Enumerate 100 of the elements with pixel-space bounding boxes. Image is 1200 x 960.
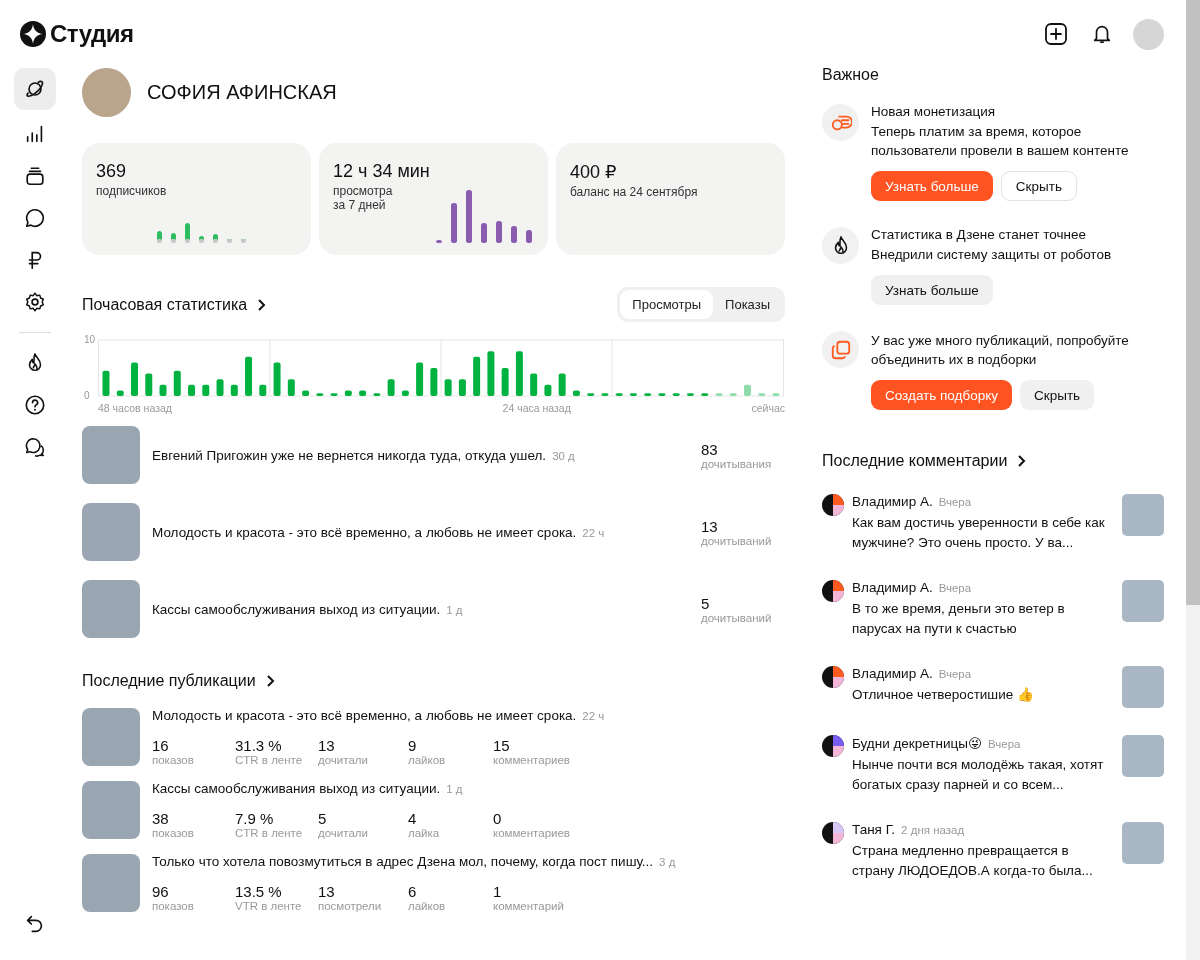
stat-value: 13	[318, 883, 336, 900]
chart-bar	[430, 368, 438, 396]
chat-bubble-icon	[24, 207, 46, 229]
logo-text: Студия	[50, 20, 134, 48]
section-link[interactable]: Последние публикации	[82, 672, 276, 690]
chart-bar	[758, 393, 766, 396]
comment-time: 2 дня назад	[901, 824, 965, 836]
section-link[interactable]: Последние комментарии	[822, 452, 1028, 470]
notice-button[interactable]: Скрыть	[1000, 171, 1077, 201]
comment-text: Страна медленно превращается в страну ЛЮДОЕДОВ.А когда-то была...	[852, 842, 1094, 880]
comment-author: Владимир А.	[852, 580, 933, 595]
chart-bar	[744, 384, 751, 396]
photo-placeholder	[82, 708, 140, 766]
comment-author: Владимир А.	[852, 666, 933, 681]
chart-bar	[287, 379, 295, 396]
stat-label: показов	[152, 754, 195, 766]
logo-icon	[20, 21, 46, 47]
scrollbar[interactable]	[1186, 0, 1200, 960]
metric-value: 83	[701, 440, 719, 458]
notice-button[interactable]: Узнать больше	[871, 275, 993, 305]
copies-icon	[829, 338, 852, 361]
notice-text: У вас уже много публикаций, попробуйте объединить их в подборки	[871, 332, 1130, 369]
photo-placeholder	[1122, 822, 1164, 864]
chart-bar	[772, 393, 780, 396]
photo-placeholder	[82, 580, 140, 638]
stat-label: комментариев	[493, 827, 570, 839]
chart-bar	[501, 368, 509, 396]
notice-title: Статистика в Дзене станет точнее	[871, 227, 1087, 242]
chart-bar	[116, 390, 124, 396]
photo-placeholder	[1122, 666, 1164, 708]
chart-bar	[487, 351, 495, 396]
chart-bar	[729, 393, 737, 396]
chart-bar	[330, 393, 338, 396]
chart-bar	[615, 393, 623, 396]
photo-placeholder	[82, 67, 131, 117]
chart-bar	[401, 390, 409, 396]
chart-bar	[359, 390, 367, 396]
chart-bar	[230, 384, 238, 396]
chart-bar	[216, 379, 224, 396]
chart-bar	[444, 379, 452, 396]
axis-label: 24 часа назад	[502, 402, 571, 414]
post-title[interactable]: Кассы самообслуживания выход из ситуации. 1 д	[152, 601, 689, 617]
notice-title: Новая монетизация	[871, 104, 997, 119]
chart-bar	[102, 370, 110, 396]
post-title[interactable]: Молодость и красота - это всё временно, а любовь не имеет срока. 22 ч	[152, 708, 605, 734]
stat-label: просмотра	[333, 184, 394, 198]
chart-bar	[173, 370, 181, 396]
stat-value: 31.3 %	[235, 737, 283, 754]
axis-label: сейчас	[751, 402, 785, 414]
chart-bar	[601, 393, 609, 396]
chart-bar	[658, 393, 666, 396]
avatar-icon	[822, 822, 844, 844]
comment-time: Вчера	[938, 582, 972, 594]
comment-text: Отличное четверостишие 👍	[852, 686, 1035, 704]
notice-button[interactable]: Скрыть	[1020, 380, 1095, 410]
tab[interactable]: Просмотры	[620, 290, 714, 319]
comment-author: Будни декретницы😜	[852, 735, 983, 751]
avatar-icon	[822, 666, 844, 688]
chart-bar	[544, 384, 552, 396]
metric-value: 5	[701, 594, 711, 612]
stat-value: 13.5 %	[235, 883, 283, 900]
post-title[interactable]: Молодость и красота - это всё временно, а любовь не имеет срока. 22 ч	[152, 524, 689, 540]
chart-bar	[259, 384, 267, 396]
chart-bar	[458, 379, 466, 396]
stat-value: 38	[152, 810, 170, 827]
comment-author: Таня Г.	[852, 822, 896, 837]
bell-icon	[1091, 23, 1113, 45]
stat-label: лайков	[408, 900, 447, 912]
chats-icon	[24, 436, 46, 458]
stat-value: 4	[408, 810, 418, 827]
tab[interactable]: Показы	[713, 290, 782, 319]
metric-value: 13	[701, 517, 719, 535]
chart-bar	[373, 393, 381, 396]
photo-placeholder	[1122, 580, 1164, 622]
chart-bar	[159, 384, 167, 396]
planet-icon	[24, 78, 46, 100]
stat-sublabel: за 7 дней	[333, 198, 387, 212]
nav-item[interactable]	[14, 68, 56, 110]
notice-text: Теперь платим за время, которое пользователи провели в вашем контенте	[871, 123, 1130, 160]
chart-bar	[686, 393, 694, 396]
post-title[interactable]: Кассы самообслуживания выход из ситуации. 1 д	[152, 781, 570, 807]
chart-bar	[558, 373, 566, 396]
chart-bar	[629, 393, 637, 396]
stat-value: 5	[318, 810, 328, 827]
stat-label: лайков	[408, 754, 447, 766]
comment-text: Как вам достичь уверенности в себе как мужчине? Это очень просто. У ва...	[852, 514, 1106, 552]
chart-bar	[473, 356, 481, 396]
stat-label: комментарий	[493, 900, 564, 912]
comment-time: Вчера	[988, 738, 1021, 750]
stat-label: показов	[152, 900, 195, 912]
comment-text: Нынче почти вся молодёжь такая, хотят богатых сразу парней и со всем...	[852, 756, 1105, 794]
photo-placeholder	[82, 781, 140, 839]
post-title[interactable]: Только что хотела повозмутиться в адрес Дзена мол, почему, когда пост пишу... 3 д	[152, 854, 676, 880]
stat-label: баланс на 24 сентября	[570, 185, 699, 199]
chevron-icon	[1017, 455, 1028, 467]
stat-label: CTR в ленте	[235, 754, 304, 766]
section-link[interactable]: Почасовая статистика	[82, 295, 268, 314]
post-title[interactable]: Евгений Пригожин уже не вернется никогда туда, откуда ушел. 30 д	[152, 447, 689, 463]
axis-tick-label: 0	[84, 389, 90, 400]
stat-value: 12 ч 34 мин	[333, 161, 431, 182]
